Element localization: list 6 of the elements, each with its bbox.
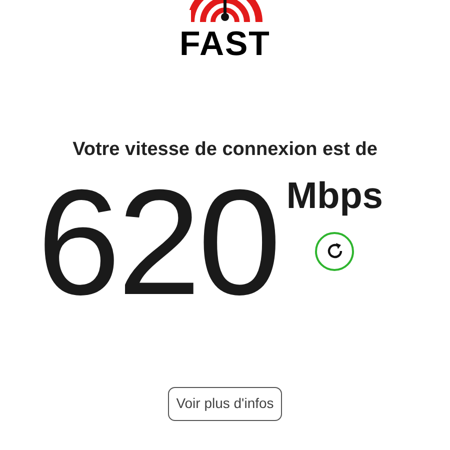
- more-info-button[interactable]: Voir plus d'infos: [168, 386, 282, 420]
- refresh-button[interactable]: [315, 232, 354, 270]
- logo-text: FAST: [180, 27, 270, 61]
- speed-value: 620: [37, 166, 278, 316]
- headline: Votre vitesse de connexion est de: [72, 138, 378, 162]
- speed-unit: Mbps: [286, 176, 383, 214]
